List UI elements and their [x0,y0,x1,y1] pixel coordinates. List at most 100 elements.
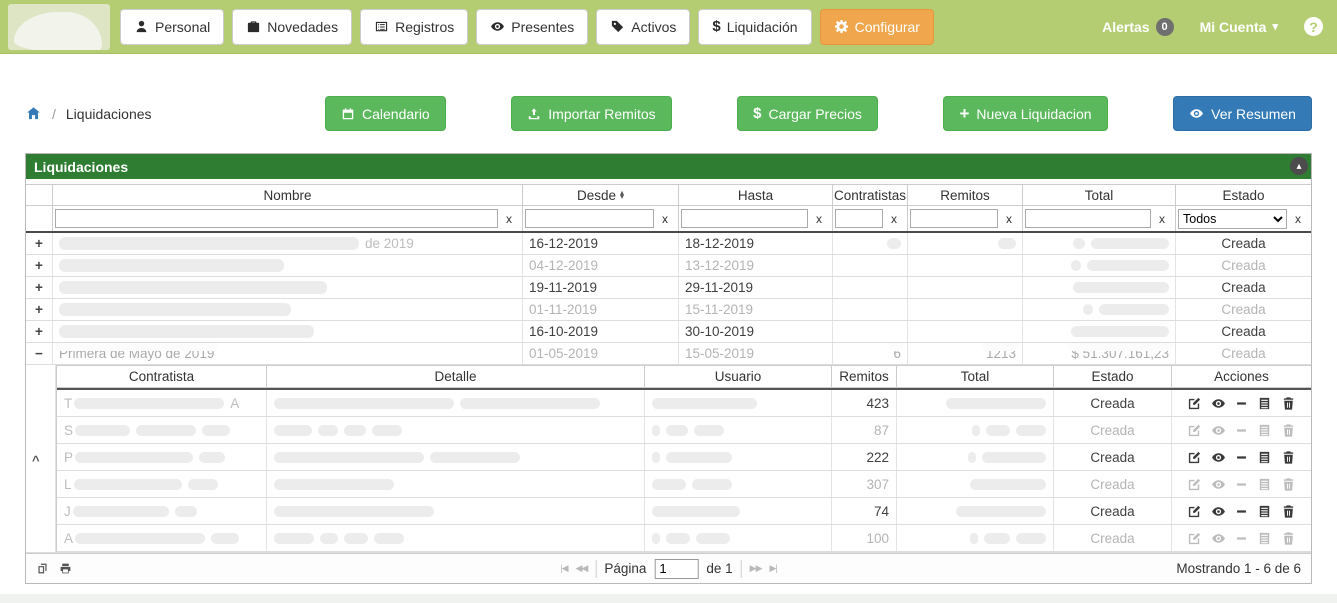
table-row: + 01-11-2019 15-11-2019 Creada [26,299,1311,321]
expand-row-button[interactable]: + [26,299,53,320]
nav-novedades-button[interactable]: Novedades [232,9,352,45]
report-icon[interactable] [1257,531,1272,546]
subcol-estado[interactable]: Estado [1054,365,1172,388]
subgrid-collapse-chevron[interactable]: ^ [32,453,40,468]
registry-icon [374,19,389,34]
remove-icon[interactable] [1235,532,1248,545]
collapse-row-button[interactable]: − [26,343,53,364]
nueva-liquidacion-button[interactable]: + Nueva Liquidacion [943,96,1107,131]
edit-icon[interactable] [1187,504,1202,519]
hasta-value: 13-12-2019 [679,255,833,276]
report-icon[interactable] [1257,477,1272,492]
col-desde[interactable]: Desde ▴▾ [523,184,679,206]
report-icon[interactable] [1257,450,1272,465]
hasta-filter-input[interactable] [681,209,808,228]
first-page-button[interactable]: |◀ [560,563,567,574]
nav-personal-button[interactable]: Personal [120,9,224,45]
print-icon[interactable] [59,562,72,575]
clear-hasta-filter[interactable]: x [808,212,830,226]
subcol-total[interactable]: Total [897,365,1054,388]
calendario-button[interactable]: Calendario [325,96,446,131]
nav-presentes-button[interactable]: Presentes [476,9,588,45]
alerts-link[interactable]: Alertas 0 [1102,18,1173,36]
col-estado[interactable]: Estado [1176,184,1311,206]
subcol-detalle[interactable]: Detalle [267,365,645,388]
page-input[interactable] [654,559,698,579]
contratistas-filter-input[interactable] [835,209,883,228]
expand-row-button[interactable]: + [26,321,53,342]
expand-row-button[interactable]: + [26,255,53,276]
subcol-remitos[interactable]: Remitos [832,365,897,388]
total-value: $ 51.307.161,23 [1071,346,1169,361]
ver-resumen-button[interactable]: Ver Resumen [1173,96,1312,131]
delete-icon[interactable] [1281,477,1296,492]
redacted-name [59,325,314,338]
cargar-precios-button[interactable]: $ Cargar Precios [737,96,878,131]
report-icon[interactable] [1257,504,1272,519]
col-remitos[interactable]: Remitos [908,184,1023,206]
hasta-value: 15-05-2019 [679,343,833,364]
clear-total-filter[interactable]: x [1151,212,1173,226]
clear-remitos-filter[interactable]: x [998,212,1020,226]
nav-activos-button[interactable]: Activos [596,9,690,45]
edit-icon[interactable] [1187,396,1202,411]
app-logo[interactable] [8,4,110,50]
total-filter-input[interactable] [1025,209,1151,228]
home-icon[interactable] [25,105,42,122]
view-icon[interactable] [1211,450,1226,465]
nav-liquidacion-button[interactable]: $ Liquidación [698,9,811,45]
delete-icon[interactable] [1281,396,1296,411]
account-menu[interactable]: Mi Cuenta ▾ [1200,19,1278,35]
view-icon[interactable] [1211,396,1226,411]
next-page-button[interactable]: ▶▶ [750,563,762,574]
report-icon[interactable] [1257,396,1272,411]
col-hasta[interactable]: Hasta [679,184,833,206]
delete-icon[interactable] [1281,531,1296,546]
view-icon[interactable] [1211,504,1226,519]
redacted-value [998,238,1016,249]
col-total[interactable]: Total [1023,184,1176,206]
col-nombre[interactable]: Nombre [53,184,523,206]
delete-icon[interactable] [1281,423,1296,438]
view-icon[interactable] [1211,531,1226,546]
remove-icon[interactable] [1235,397,1248,410]
edit-icon[interactable] [1187,531,1202,546]
export-icon[interactable] [36,562,49,575]
edit-icon[interactable] [1187,423,1202,438]
subcol-contratista[interactable]: Contratista [57,365,267,388]
prev-page-button[interactable]: ◀◀ [575,563,587,574]
nav-configurar-button[interactable]: Configurar [820,9,934,45]
clear-contratistas-filter[interactable]: x [883,212,905,226]
nombre-filter-input[interactable] [55,209,498,228]
clear-estado-filter[interactable]: x [1287,212,1309,226]
desde-value: 19-11-2019 [523,277,679,298]
delete-icon[interactable] [1281,450,1296,465]
nav-registros-button[interactable]: Registros [360,9,468,45]
user-icon [134,19,149,34]
view-icon[interactable] [1211,423,1226,438]
eye-icon [1189,106,1204,121]
clear-desde-filter[interactable]: x [654,212,676,226]
importar-remitos-button[interactable]: Importar Remitos [511,96,671,131]
view-icon[interactable] [1211,477,1226,492]
breadcrumb: / Liquidaciones [25,105,305,122]
subcol-usuario[interactable]: Usuario [645,365,832,388]
remove-icon[interactable] [1235,424,1248,437]
report-icon[interactable] [1257,423,1272,438]
col-contratistas[interactable]: Contratistas [833,184,908,206]
last-page-button[interactable]: ▶| [770,563,777,574]
estado-filter-select[interactable]: Todos [1178,209,1287,229]
remove-icon[interactable] [1235,451,1248,464]
delete-icon[interactable] [1281,504,1296,519]
remove-icon[interactable] [1235,478,1248,491]
panel-collapse-button[interactable]: ▴ [1290,157,1308,175]
edit-icon[interactable] [1187,450,1202,465]
edit-icon[interactable] [1187,477,1202,492]
remitos-filter-input[interactable] [910,209,998,228]
remove-icon[interactable] [1235,505,1248,518]
expand-row-button[interactable]: + [26,277,53,298]
desde-filter-input[interactable] [525,209,654,228]
help-icon[interactable]: ? [1304,17,1323,36]
expand-row-button[interactable]: + [26,233,53,254]
clear-nombre-filter[interactable]: x [498,212,520,226]
